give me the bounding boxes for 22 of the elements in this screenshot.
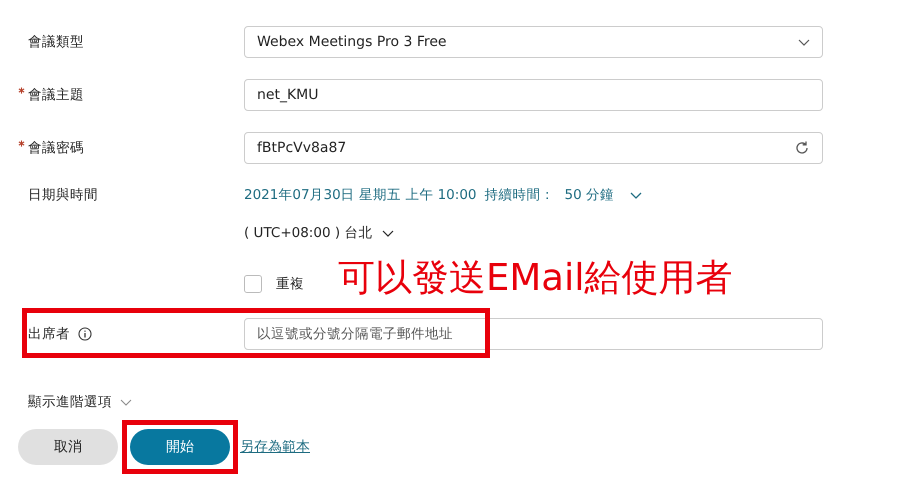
cancel-button[interactable]: 取消 xyxy=(18,429,118,465)
password-input-field[interactable]: fBtPcVv8a87 xyxy=(244,132,823,164)
refresh-icon[interactable] xyxy=(794,140,810,156)
info-icon[interactable] xyxy=(78,327,92,341)
save-template-link[interactable]: 另存為範本 xyxy=(240,438,310,456)
field-label: 出席者 xyxy=(28,325,70,343)
timezone-selector[interactable]: ( UTC+08:00 ) 台北 xyxy=(244,224,372,242)
advanced-options-toggle[interactable]: 顯示進階選項 xyxy=(28,393,112,411)
date-time-link[interactable]: 2021年07月30日 星期五 上午 10:00 xyxy=(244,186,476,204)
attendees-input-field[interactable]: 以逗號或分號分隔電子郵件地址 xyxy=(244,318,823,350)
field-label: 日期與時間 xyxy=(28,186,98,204)
start-button[interactable]: 開始 xyxy=(130,429,230,465)
annotation-text: 可以發送EMail給使用者 xyxy=(338,256,733,300)
field-label: 會議密碼 xyxy=(28,139,84,157)
duration-label: 持續時間： xyxy=(484,186,554,204)
meeting-type-dropdown[interactable]: Webex Meetings Pro 3 Free xyxy=(244,26,823,58)
recurrence-label: 重複 xyxy=(276,275,304,293)
field-label: 會議主題 xyxy=(28,86,84,104)
duration-value[interactable]: 50 分鐘 xyxy=(564,186,614,204)
topic-input-field[interactable]: net_KMU xyxy=(244,79,823,111)
recurrence-checkbox[interactable] xyxy=(244,275,262,293)
field-label: 會議類型 xyxy=(28,33,84,51)
